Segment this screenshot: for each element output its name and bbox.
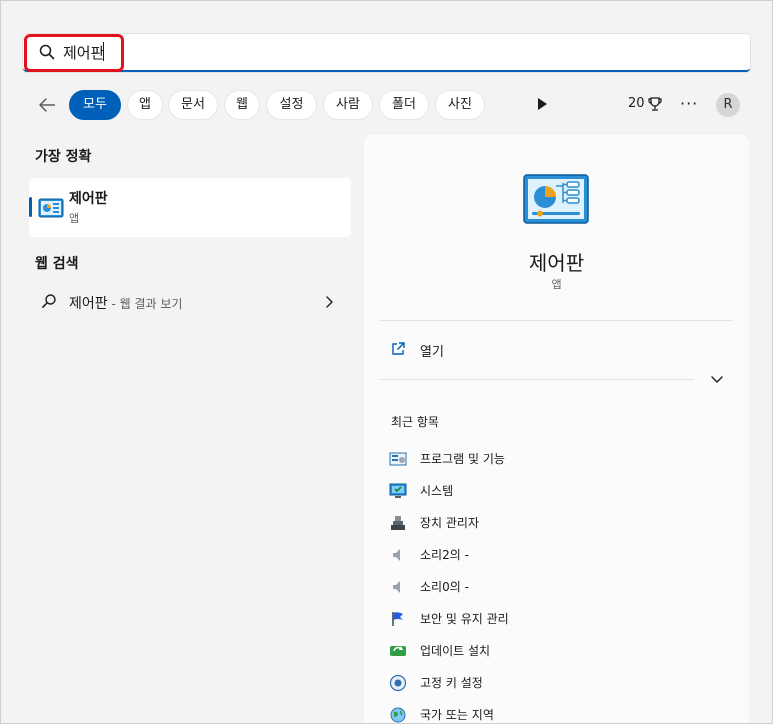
trophy-icon[interactable] — [646, 95, 664, 113]
open-external-icon — [392, 342, 405, 355]
search-icon — [42, 294, 56, 308]
recent-item-label: 소리0의 - — [420, 580, 469, 594]
filter-apps[interactable]: 앱 — [127, 90, 163, 120]
recent-item[interactable]: 시스템 — [389, 480, 729, 504]
web-search-header: 웹 검색 — [35, 256, 79, 272]
recent-item[interactable]: 프로그램 및 기능 — [389, 448, 729, 472]
recent-item-label: 프로그램 및 기능 — [420, 452, 505, 466]
recent-item-label: 국가 또는 지역 — [420, 708, 494, 722]
recent-item[interactable]: 국가 또는 지역 — [389, 704, 729, 723]
speaker-icon — [393, 581, 400, 593]
divider — [379, 320, 733, 321]
play-icon[interactable] — [534, 96, 550, 112]
search-icon — [39, 44, 55, 60]
control-panel-icon — [38, 198, 64, 218]
rewards-points: 20 — [628, 96, 645, 111]
best-match-header: 가장 정확 — [35, 149, 92, 165]
control-panel-icon — [523, 174, 589, 224]
recent-item[interactable]: 업데이트 설치 — [389, 640, 729, 664]
more-options-button[interactable]: ··· — [680, 94, 698, 113]
recent-item-label: 장치 관리자 — [420, 516, 480, 530]
filter-photos[interactable]: 사진 — [435, 90, 485, 120]
filter-folders[interactable]: 폴더 — [379, 90, 429, 120]
recent-item[interactable]: 소리2의 - — [389, 544, 729, 568]
recent-item[interactable]: 보안 및 유지 관리 — [389, 608, 729, 632]
filter-web[interactable]: 웹 — [224, 90, 260, 120]
best-match-title: 제어판 — [69, 191, 108, 207]
filter-settings[interactable]: 설정 — [266, 90, 317, 120]
programs-icon — [389, 452, 407, 466]
preview-subtitle: 앱 — [551, 278, 562, 291]
web-search-text: 제어판 - 웹 결과 보기 — [69, 293, 182, 313]
filter-people[interactable]: 사람 — [323, 90, 373, 120]
web-search-query: 제어판 — [69, 296, 108, 312]
filter-all[interactable]: 모두 — [69, 90, 121, 120]
filter-documents[interactable]: 문서 — [168, 90, 218, 120]
recent-item[interactable]: 소리0의 - — [389, 576, 729, 600]
web-search-suffix: - 웹 결과 보기 — [107, 297, 183, 311]
chevron-down-icon[interactable] — [709, 373, 725, 387]
update-icon — [390, 646, 406, 656]
recent-item-label: 보안 및 유지 관리 — [420, 612, 509, 626]
best-match-subtitle: 앱 — [69, 212, 80, 225]
recent-item-label: 시스템 — [420, 484, 454, 498]
search-window: 모두 앱 문서 웹 설정 사람 폴더 사진 20 ··· R 가장 정확 제어판… — [0, 0, 773, 724]
recent-item-label: 소리2의 - — [420, 548, 469, 562]
recent-item[interactable]: 장치 관리자 — [389, 512, 729, 536]
selection-indicator — [29, 197, 32, 217]
recent-item-label: 업데이트 설치 — [420, 644, 491, 658]
open-label: 열기 — [420, 345, 444, 360]
text-caret — [103, 42, 104, 61]
sticky-keys-icon — [389, 674, 407, 692]
chevron-right-icon[interactable] — [323, 295, 335, 309]
recent-header: 최근 항목 — [391, 415, 439, 429]
preview-title: 제어판 — [528, 251, 585, 275]
speaker-icon — [393, 549, 400, 561]
search-input[interactable] — [63, 39, 663, 65]
globe-icon — [390, 707, 406, 723]
divider — [379, 379, 694, 380]
back-arrow-icon[interactable] — [35, 93, 59, 117]
system-icon — [389, 483, 407, 498]
recent-item[interactable]: 고정 키 설정 — [389, 672, 729, 696]
recent-item-label: 고정 키 설정 — [420, 676, 483, 690]
avatar[interactable]: R — [716, 93, 740, 117]
flag-icon — [392, 612, 403, 626]
device-manager-icon — [391, 516, 405, 530]
